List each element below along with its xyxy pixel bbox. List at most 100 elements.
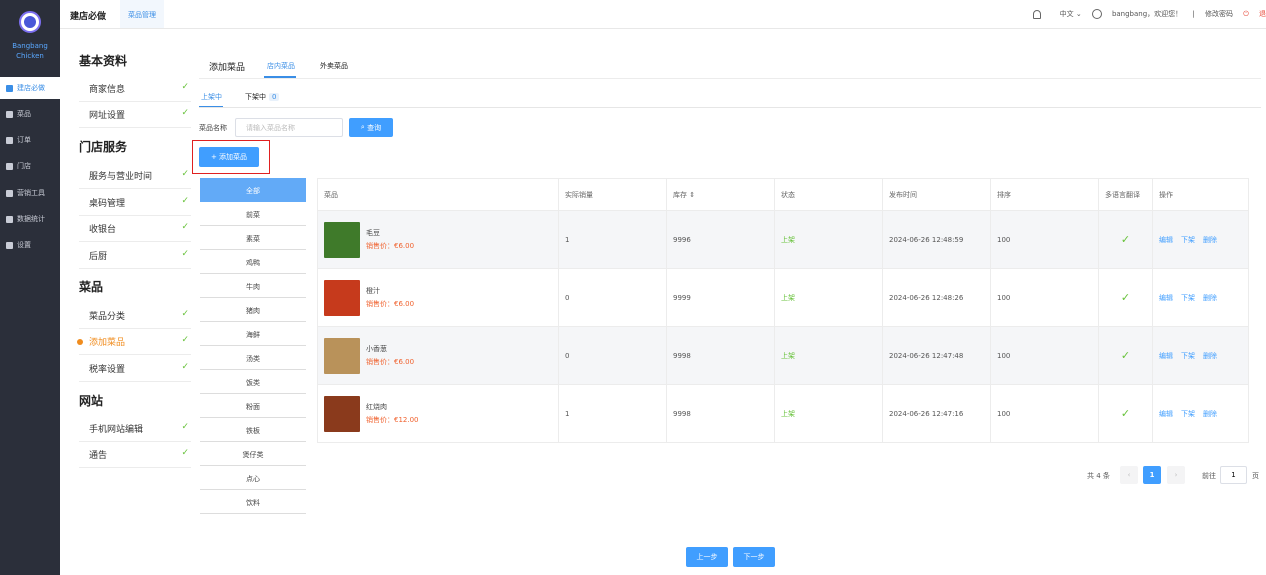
col-sort: 排序 (990, 178, 1099, 211)
actions-cell: 编辑 下架 删除 (1152, 384, 1249, 443)
category-item[interactable]: 猪肉 (200, 298, 306, 322)
category-item[interactable]: 煲仔类 (200, 442, 306, 466)
main-sidebar: Bangbang Chicken 建店必做 菜品 订单 门店 营销工具 数据统计… (0, 0, 60, 575)
category-item[interactable]: 素菜 (200, 226, 306, 250)
col-actions: 操作 (1152, 178, 1249, 211)
settings-item-merchant[interactable]: 商家信息 ✓ (79, 76, 191, 102)
add-dish-button[interactable]: + 添加菜品 (199, 147, 259, 167)
dish-thumbnail (324, 221, 360, 258)
edit-link[interactable]: 编辑 (1159, 294, 1173, 302)
dish-price: 销售价：€12.00 (366, 416, 419, 424)
table-row: 毛豆 销售价：€6.00 1 9996 上架 2024-06-26 12:48:59 100… (317, 210, 1249, 269)
col-dish: 菜品 (317, 178, 559, 211)
settings-item-cashier[interactable]: 收银台 ✓ (79, 216, 191, 242)
nav-item-stats[interactable]: 数据统计 (0, 208, 60, 230)
nav-item-orders[interactable]: 订单 (0, 129, 60, 151)
settings-item-table-code[interactable]: 桌码管理 ✓ (79, 190, 191, 216)
unlist-link[interactable]: 下架 (1181, 294, 1195, 302)
nav-item-checklist[interactable]: 建店必做 (0, 77, 60, 99)
dish-thumbnail (324, 395, 360, 432)
goto-page-input[interactable] (1220, 466, 1247, 484)
dish-name: 橙汁 (366, 287, 380, 295)
col-stock[interactable]: 库存 ⇕ (666, 178, 775, 211)
dish-cell: 橙汁销售价：€6.00 (317, 268, 559, 327)
delete-link[interactable]: 删除 (1203, 352, 1217, 360)
table-row: 红烧肉 销售价：€12.00 1 9998 上架 2024-06-26 12:47:16 1… (317, 384, 1249, 443)
category-item[interactable]: 粉面 (200, 394, 306, 418)
category-item[interactable]: 海鲜 (200, 322, 306, 346)
settings-item-tax[interactable]: 税率设置 ✓ (79, 356, 191, 382)
settings-item-categories[interactable]: 菜品分类 ✓ (79, 303, 191, 329)
nav-item-marketing[interactable]: 营销工具 (0, 182, 60, 204)
bell-icon[interactable] (1033, 9, 1042, 19)
sales-cell: 1 (558, 210, 667, 269)
user-menu[interactable]: bangbang，欢迎您！ (1091, 9, 1182, 19)
check-icon: ✓ (181, 249, 189, 259)
unlist-link[interactable]: 下架 (1181, 352, 1195, 360)
goto-label: 前往 (1202, 472, 1216, 480)
category-item[interactable]: 汤类 (200, 346, 306, 370)
stock-cell: 9998 (666, 326, 775, 385)
dish-name: 小香葱 (366, 345, 387, 353)
top-bar: 建店必做 菜品管理 中文 ⌄ bangbang，欢迎您！ | 修改密码 ⏻ 退 (60, 0, 1266, 29)
settings-item-url[interactable]: 网址设置 ✓ (79, 102, 191, 128)
unlist-link[interactable]: 下架 (1181, 236, 1195, 244)
sales-cell: 1 (558, 384, 667, 443)
category-item[interactable]: 点心 (200, 466, 306, 490)
nav-item-settings[interactable]: 设置 (0, 234, 60, 256)
tab-in-store-dishes[interactable]: 店内菜品 (267, 61, 295, 71)
delete-link[interactable]: 删除 (1203, 236, 1217, 244)
nav-item-dishes[interactable]: 菜品 (0, 103, 60, 125)
page-1-button[interactable]: 1 (1143, 466, 1161, 484)
table-row: 橙汁 销售价：€6.00 0 9999 上架 2024-06-26 12:48:26 100… (317, 268, 1249, 327)
edit-link[interactable]: 编辑 (1159, 352, 1173, 360)
settings-item-notice[interactable]: 通告 ✓ (79, 442, 191, 468)
sort-cell: 100 (990, 268, 1099, 327)
tab-dish-management[interactable]: 菜品管理 (120, 0, 164, 28)
tab-off-shelf[interactable]: 下架中 0 (245, 92, 280, 102)
sort-cell: 100 (990, 326, 1099, 385)
top-right-area: 中文 ⌄ bangbang，欢迎您！ | 修改密码 ⏻ 退 (1025, 9, 1266, 19)
fork-knife-icon (6, 136, 13, 144)
status-cell: 上架 (774, 326, 883, 385)
dish-cell: 小香葱 销售价：€6.00 (317, 326, 559, 385)
search-button[interactable]: ⌕ 查询 (349, 118, 393, 137)
next-page-button[interactable]: › (1167, 466, 1185, 484)
category-item[interactable]: 鸡鸭 (200, 250, 306, 274)
category-item[interactable]: 前菜 (200, 202, 306, 226)
status-cell: 上架 (774, 210, 883, 269)
stock-cell: 9998 (666, 384, 775, 443)
category-item[interactable]: 铁板 (200, 418, 306, 442)
category-item[interactable]: 牛肉 (200, 274, 306, 298)
delete-link[interactable]: 删除 (1203, 294, 1217, 302)
category-item[interactable]: 饭类 (200, 370, 306, 394)
logout-button[interactable]: ⏻ 退 (1243, 10, 1266, 18)
dish-price: 销售价：€6.00 (366, 300, 415, 308)
settings-item-mobile-site[interactable]: 手机网站编辑 ✓ (79, 416, 191, 442)
settings-item-kitchen[interactable]: 后厨 ✓ (79, 243, 191, 269)
tab-takeaway-dishes[interactable]: 外卖菜品 (320, 61, 348, 71)
user-icon (1091, 9, 1102, 19)
nav-item-store[interactable]: 门店 (0, 155, 60, 177)
section-dishes: 菜品 (79, 280, 104, 294)
language-select[interactable]: 中文 ⌄ (1052, 10, 1082, 18)
check-icon: ✓ (181, 335, 189, 345)
change-password-link[interactable]: 修改密码 (1205, 10, 1233, 18)
next-step-button[interactable]: 下一步 (733, 547, 775, 567)
off-shelf-count-badge: 0 (269, 93, 280, 101)
prev-step-button[interactable]: 上一步 (686, 547, 728, 567)
settings-item-add-dish[interactable]: 添加菜品 ✓ (77, 329, 191, 355)
check-icon: ✓ (181, 196, 189, 206)
edit-link[interactable]: 编辑 (1159, 410, 1173, 418)
unlist-link[interactable]: 下架 (1181, 410, 1195, 418)
category-item[interactable]: 全部 (200, 178, 306, 202)
category-item[interactable]: 饮料 (200, 490, 306, 514)
dish-table: 菜品 实际销量 库存 ⇕ 状态 发布时间 排序 多语言翻译 操作 毛豆 销售价：€… (317, 178, 1249, 443)
checklist-icon (6, 84, 13, 92)
settings-item-hours[interactable]: 服务与营业时间 ✓ (79, 163, 191, 189)
delete-link[interactable]: 删除 (1203, 410, 1217, 418)
edit-link[interactable]: 编辑 (1159, 236, 1173, 244)
dish-name-input[interactable] (235, 118, 343, 137)
prev-page-button[interactable]: ‹ (1120, 466, 1138, 484)
tab-on-shelf[interactable]: 上架中 (201, 92, 222, 102)
